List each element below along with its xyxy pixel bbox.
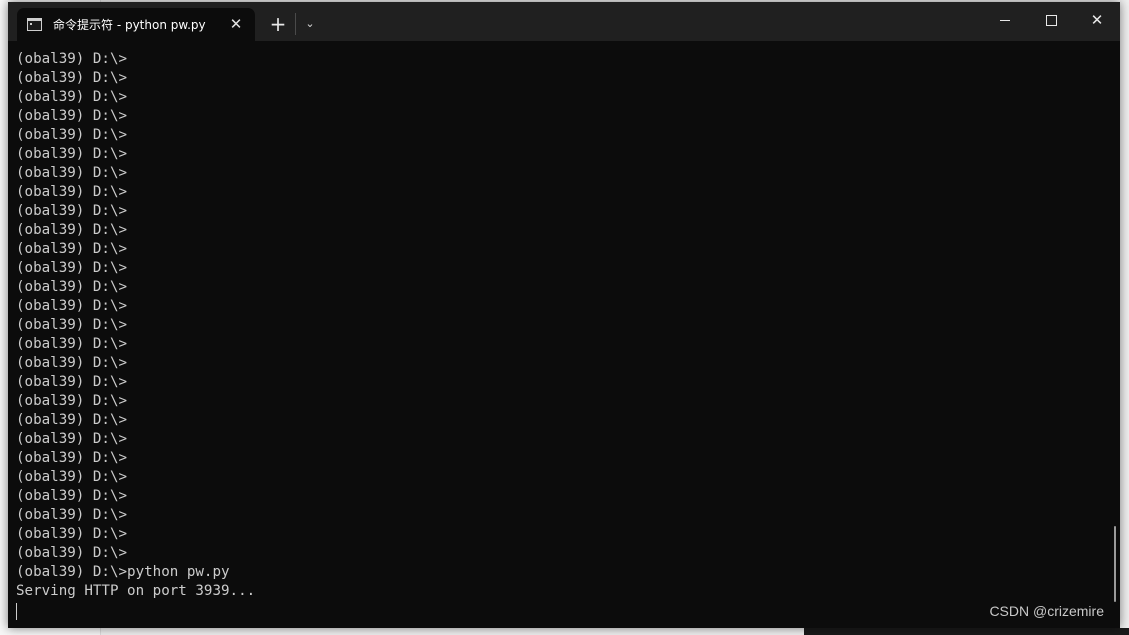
terminal-line: (obal39) D:\> (16, 51, 128, 67)
new-tab-button[interactable]: + (267, 12, 289, 36)
terminal-line: (obal39) D:\> (16, 70, 128, 86)
maximize-button[interactable] (1028, 2, 1074, 38)
terminal-line: (obal39) D:\> (16, 108, 128, 124)
terminal-line: (obal39) D:\> (16, 545, 128, 561)
terminal-line: (obal39) D:\> (16, 507, 128, 523)
terminal-lines: (obal39) D:\> (obal39) D:\> (obal39) D:\> (… (16, 50, 1120, 601)
terminal-line: Serving HTTP on port 3939... (16, 583, 256, 599)
terminal-window: 命令提示符 - python pw.py ✕ + ⌄ ✕ (obal39) D:… (8, 2, 1120, 628)
terminal-line: (obal39) D:\> (16, 127, 128, 143)
terminal-line: (obal39) D:\> (16, 222, 128, 238)
tab-separator (295, 13, 296, 35)
scrollbar-thumb[interactable] (1114, 526, 1116, 602)
terminal-line: (obal39) D:\>python pw.py (16, 564, 230, 580)
terminal-line: (obal39) D:\> (16, 317, 128, 333)
terminal-line: (obal39) D:\> (16, 184, 128, 200)
terminal-line: (obal39) D:\> (16, 526, 128, 542)
terminal-output[interactable]: (obal39) D:\> (obal39) D:\> (obal39) D:\> (… (8, 41, 1120, 628)
minimize-icon (1000, 19, 1010, 21)
maximize-icon (1045, 14, 1057, 26)
terminal-line: (obal39) D:\> (16, 488, 128, 504)
background-taskbar-strip (804, 628, 1129, 635)
cmd-icon (27, 18, 42, 31)
terminal-line: (obal39) D:\> (16, 241, 128, 257)
terminal-line: (obal39) D:\> (16, 165, 128, 181)
terminal-line: (obal39) D:\> (16, 146, 128, 162)
window-controls: ✕ (982, 2, 1120, 38)
terminal-line: (obal39) D:\> (16, 469, 128, 485)
close-icon: ✕ (1090, 10, 1104, 29)
title-bar[interactable]: 命令提示符 - python pw.py ✕ + ⌄ ✕ (8, 2, 1120, 41)
terminal-line: (obal39) D:\> (16, 260, 128, 276)
terminal-line: (obal39) D:\> (16, 203, 128, 219)
tab-title: 命令提示符 - python pw.py (53, 18, 206, 32)
terminal-line: (obal39) D:\> (16, 279, 128, 295)
chevron-down-icon[interactable]: ⌄ (301, 12, 319, 36)
minimize-button[interactable] (982, 2, 1028, 38)
text-cursor (16, 603, 17, 620)
terminal-line: (obal39) D:\> (16, 355, 128, 371)
watermark: CSDN @crizemire (989, 603, 1104, 619)
terminal-line: (obal39) D:\> (16, 89, 128, 105)
terminal-line: (obal39) D:\> (16, 393, 128, 409)
terminal-line: (obal39) D:\> (16, 298, 128, 314)
tab-cmd[interactable]: 命令提示符 - python pw.py ✕ (17, 8, 255, 41)
terminal-line: (obal39) D:\> (16, 450, 128, 466)
terminal-line: (obal39) D:\> (16, 431, 128, 447)
terminal-line: (obal39) D:\> (16, 374, 128, 390)
tab-close-icon[interactable]: ✕ (227, 15, 245, 33)
close-button[interactable]: ✕ (1074, 2, 1120, 38)
terminal-line: (obal39) D:\> (16, 412, 128, 428)
terminal-line: (obal39) D:\> (16, 336, 128, 352)
